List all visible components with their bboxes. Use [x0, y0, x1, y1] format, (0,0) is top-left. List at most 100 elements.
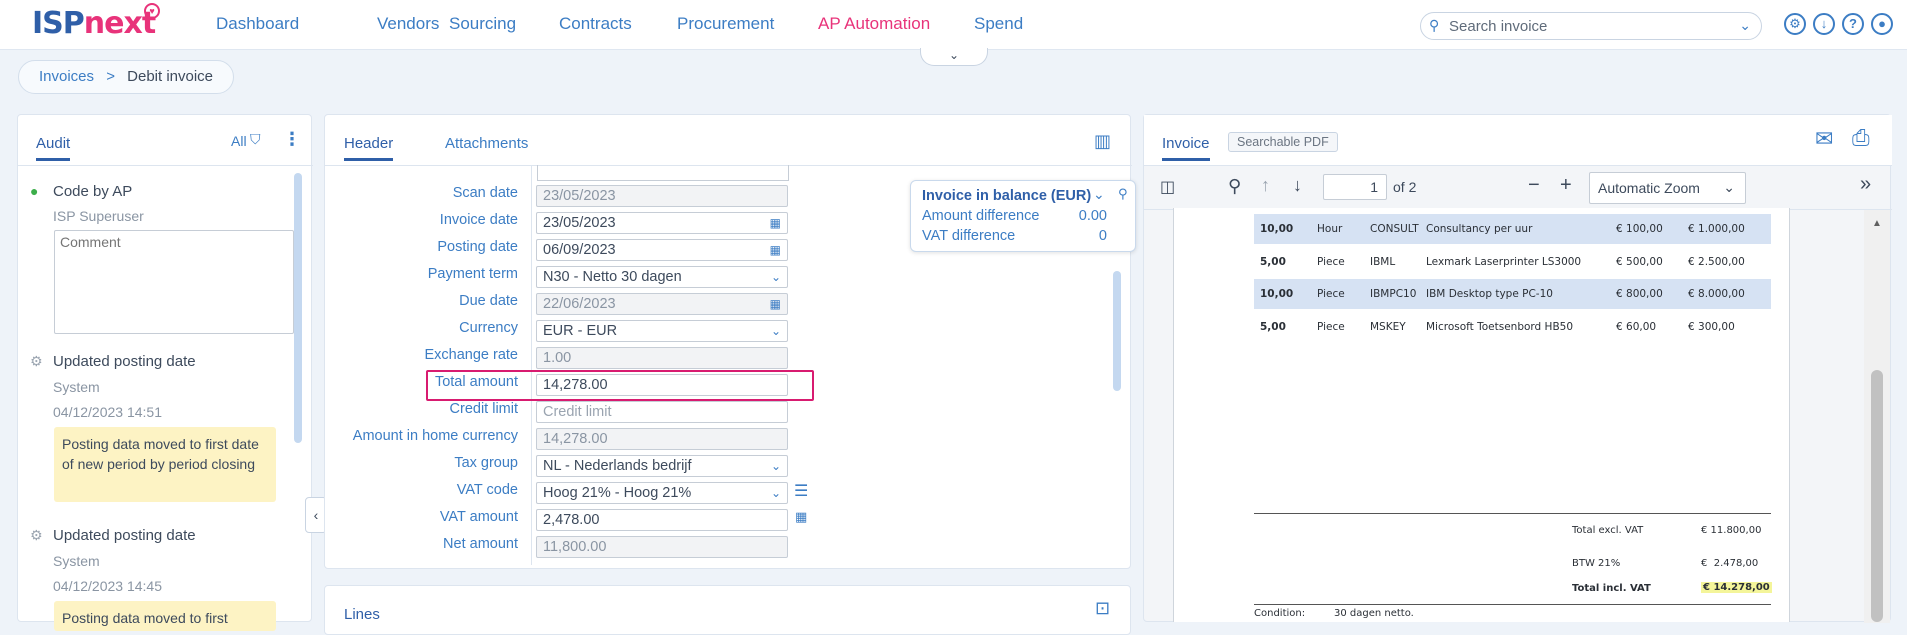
page-count: of 2 — [1393, 179, 1417, 195]
credit-limit-label: Credit limit — [449, 401, 518, 417]
zoom-in-icon[interactable]: + — [1560, 174, 1572, 197]
search-input[interactable]: Search invoice — [1449, 18, 1547, 35]
payment-term-label: Payment term — [427, 266, 518, 282]
due-date-label: Due date — [459, 293, 518, 309]
grid-icon[interactable]: ⊡ — [1095, 598, 1110, 619]
chevron-down-icon[interactable]: ⌄ — [1739, 17, 1751, 34]
invoice-date-label: Invoice date — [439, 212, 518, 228]
help-icon[interactable]: ? — [1842, 13, 1864, 35]
scroll-up-icon[interactable]: ▲ — [1872, 218, 1882, 229]
calculator-icon[interactable]: ▦ — [795, 509, 807, 525]
vat-code-select[interactable]: Hoog 21% - Hoog 21% ⌄ — [536, 482, 788, 504]
sidebar-toggle-icon[interactable]: ◫ — [1160, 177, 1175, 197]
balance-popup: Invoice in balance (EUR) ⌄ ⚲ Amount diff… — [910, 180, 1136, 252]
nav-ap-automation[interactable]: AP Automation — [818, 14, 930, 34]
invoice-line: 5,00 Piece MSKEY Microsoft Toetsenbord HB50… — [1260, 321, 1735, 333]
more-vert-icon[interactable]: ⋮ — [283, 129, 301, 150]
logo-heart-icon: ♥ — [144, 3, 160, 19]
audit-item-title: Updated posting date — [53, 527, 196, 544]
divider — [1254, 513, 1771, 514]
search-icon[interactable]: ⚲ — [1228, 176, 1241, 197]
chevron-down-icon[interactable]: ⌄ — [1723, 179, 1735, 196]
total-incl-vat-value: € 14.278,00 — [1701, 582, 1772, 593]
audit-item-time: 04/12/2023 14:51 — [53, 404, 162, 420]
comment-field[interactable] — [54, 230, 294, 334]
audit-item-user: System — [53, 379, 100, 395]
nav-dashboard[interactable]: Dashboard — [216, 14, 299, 34]
breadcrumb-invoices[interactable]: Invoices — [39, 68, 94, 85]
list-icon[interactable]: ☰ — [794, 481, 808, 501]
chevron-down-icon[interactable]: ⌄ — [771, 456, 781, 476]
vat-code-label: VAT code — [456, 482, 518, 498]
chevron-down-icon[interactable]: ⌄ — [771, 321, 781, 341]
chevron-down-icon[interactable]: ⌄ — [771, 483, 781, 503]
net-amount-field: 11,800.00 — [536, 536, 788, 558]
breadcrumb: Invoices > Debit invoice — [18, 60, 235, 94]
user-icon[interactable]: ● — [1871, 13, 1893, 35]
top-bar: ISPnext ♥ Dashboard Vendors Sourcing Con… — [0, 0, 1907, 50]
tab-searchable-pdf[interactable]: Searchable PDF — [1228, 132, 1338, 152]
lines-panel: Lines ⊡ — [324, 585, 1131, 635]
nav-contracts[interactable]: Contracts — [559, 14, 632, 34]
collapse-header-tab[interactable]: ⌄ — [920, 48, 988, 66]
total-incl-vat-label: Total incl. VAT — [1572, 583, 1651, 594]
textarea-bottom[interactable] — [537, 165, 789, 181]
split-view-icon[interactable]: ⎙ — [1852, 125, 1870, 151]
exchange-rate-label: Exchange rate — [424, 347, 518, 363]
credit-limit-field[interactable]: Credit limit — [536, 401, 788, 423]
invoice-line: 10,00 Piece IBMPC10 IBM Desktop type PC-10 €… — [1254, 279, 1771, 309]
breadcrumb-current: Debit invoice — [127, 68, 214, 85]
breadcrumb-sep: > — [106, 68, 115, 85]
posting-date-label: Posting date — [437, 239, 518, 255]
posting-date-field[interactable]: 06/09/2023 ▦ — [536, 239, 788, 261]
invoice-date-field[interactable]: 23/05/2023 ▦ — [536, 212, 788, 234]
download-icon[interactable]: ↓ — [1813, 13, 1835, 35]
mail-icon[interactable]: ✉ — [1815, 126, 1833, 152]
zoom-out-icon[interactable]: − — [1528, 174, 1540, 197]
pdf-scrollbar-track[interactable]: ▲ — [1864, 210, 1890, 623]
amount-home-currency-label: Amount in home currency — [352, 428, 518, 444]
arrow-down-icon[interactable]: ↓ — [1293, 175, 1302, 196]
audit-item-time: 04/12/2023 14:45 — [53, 578, 162, 594]
currency-select[interactable]: EUR - EUR ⌄ — [536, 320, 788, 342]
tab-audit[interactable]: Audit — [36, 135, 71, 161]
net-amount-label: Net amount — [443, 536, 518, 552]
gear-icon[interactable]: ⚙ — [1784, 13, 1806, 35]
audit-item-title: Updated posting date — [53, 353, 196, 370]
audit-scrollbar[interactable] — [294, 173, 302, 443]
tab-invoice[interactable]: Invoice — [1162, 135, 1210, 161]
search-box[interactable]: ⚲ Search invoice ⌄ — [1420, 12, 1762, 40]
condition-value: 30 dagen netto. — [1334, 608, 1414, 619]
amount-difference-value: 0.00 — [1078, 208, 1107, 224]
user-icon: ● — [30, 183, 39, 199]
arrow-up-icon[interactable]: ↑ — [1261, 175, 1270, 196]
calendar-icon: ▦ — [769, 297, 781, 311]
nav-procurement[interactable]: Procurement — [677, 14, 774, 34]
nav-spend[interactable]: Spend — [974, 14, 1023, 34]
chevron-down-icon[interactable]: ⌄ — [771, 267, 781, 287]
pdf-scrollbar-thumb[interactable] — [1871, 370, 1883, 622]
scan-date-field: 23/05/2023 — [536, 185, 788, 207]
audit-filter-label[interactable]: All — [231, 133, 247, 149]
calendar-icon[interactable]: ▦ — [770, 213, 781, 233]
vat-difference-value: 0 — [1098, 228, 1107, 244]
chart-icon[interactable]: ▥ — [1094, 131, 1111, 152]
double-chevron-icon[interactable]: » — [1860, 173, 1871, 196]
page-number-input[interactable]: 1 — [1323, 174, 1387, 200]
highlight-box — [426, 370, 814, 401]
calendar-icon[interactable]: ▦ — [770, 240, 781, 260]
chevron-down-icon[interactable]: ⌄ — [1093, 186, 1105, 203]
pin-icon[interactable]: ⚲ — [1118, 186, 1128, 202]
total-excl-vat-label: Total excl. VAT — [1572, 525, 1644, 536]
invoice-line: 5,00 Piece IBML Lexmark Laserprinter LS3000… — [1260, 256, 1745, 268]
filter-icon[interactable]: ⛉ — [250, 131, 261, 148]
vat-amount-field[interactable]: 2,478.00 — [536, 509, 788, 531]
pdf-page: 10,00 Hour CONSULT Consultancy per uur € 100… — [1173, 208, 1790, 622]
exchange-rate-field: 1.00 — [536, 347, 788, 369]
payment-term-select[interactable]: N30 - Netto 30 dagen ⌄ — [536, 266, 788, 288]
divider — [531, 165, 532, 565]
tax-group-select[interactable]: NL - Nederlands bedrijf ⌄ — [536, 455, 788, 477]
zoom-select[interactable]: Automatic Zoom ⌄ — [1589, 172, 1746, 204]
logo[interactable]: ISPnext — [32, 6, 156, 41]
header-scrollbar[interactable] — [1113, 271, 1121, 391]
